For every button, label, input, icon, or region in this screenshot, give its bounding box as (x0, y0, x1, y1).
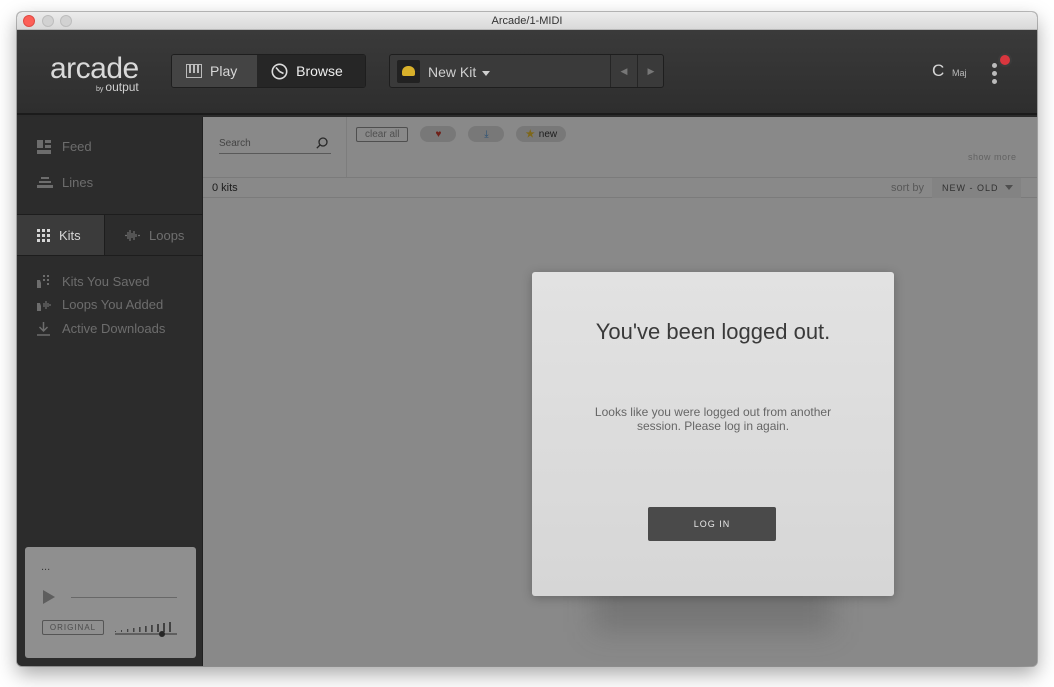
browse-dial-icon (271, 63, 288, 80)
dialog-message: Looks like you were logged out from anot… (594, 405, 832, 433)
kit-thumbnail (397, 60, 420, 83)
lines-icon (37, 176, 53, 189)
tab-loops[interactable]: Loops (105, 215, 203, 255)
browse-panel: clear all ♥ ⤓ ★new show more 0 kits sort… (203, 117, 1037, 666)
piano-icon (186, 64, 202, 78)
download-icon (37, 321, 53, 336)
tab-label: Kits (59, 227, 81, 243)
kit-name-dropdown[interactable]: New Kit (428, 64, 491, 80)
original-toggle[interactable]: ORIGINAL (42, 620, 104, 635)
logged-out-dialog: You've been logged out. Looks like you w… (532, 272, 894, 596)
sidebar-item-loops-added[interactable]: Loops You Added (37, 297, 163, 312)
key-mode[interactable]: Maj (952, 68, 967, 78)
sidebar-item-label: Kits You Saved (62, 274, 150, 289)
play-mode-label: Play (210, 63, 238, 79)
key-root[interactable]: C (932, 61, 944, 81)
playback-track[interactable] (71, 597, 177, 598)
tab-kits[interactable]: Kits (17, 215, 105, 255)
minimize-window-button[interactable] (42, 15, 54, 27)
tab-label: Loops (149, 227, 185, 243)
top-header: arcade by output Play Browse New Kit ◀ ▶ … (17, 30, 1037, 115)
more-menu-icon[interactable] (992, 63, 998, 87)
preview-player: ... ORIGINAL (25, 547, 196, 658)
log-in-button[interactable]: LOG IN (648, 507, 776, 541)
grid-icon (37, 228, 50, 242)
sidebar-item-feed[interactable]: Feed (37, 139, 92, 154)
browse-tabs: Kits Loops (17, 214, 203, 256)
sidebar-item-downloads[interactable]: Active Downloads (37, 321, 165, 336)
window-title: Arcade/1-MIDI (491, 15, 563, 27)
dialog-title: You've been logged out. (595, 319, 831, 344)
play-mode-button[interactable]: Play (172, 55, 258, 87)
sidebar-item-label: Loops You Added (62, 297, 164, 312)
player-title: ... (41, 561, 51, 573)
added-loops-icon (37, 298, 53, 311)
sidebar-item-label: Active Downloads (62, 321, 166, 336)
previous-kit-button[interactable]: ◀ (610, 55, 637, 87)
feed-icon (37, 139, 53, 154)
sidebar-item-label: Feed (62, 139, 92, 154)
chevron-down-icon (482, 70, 491, 76)
sidebar: Feed Lines Kits Loops Kits You Saved Loo… (17, 117, 203, 666)
kit-selector[interactable]: New Kit ◀ ▶ (389, 54, 664, 88)
output-logo: by output (96, 80, 139, 94)
browse-mode-button[interactable]: Browse (257, 55, 365, 87)
next-kit-button[interactable]: ▶ (637, 55, 664, 87)
sidebar-item-lines[interactable]: Lines (37, 175, 93, 190)
play-icon[interactable] (43, 590, 55, 604)
maximize-window-button[interactable] (60, 15, 72, 27)
sidebar-item-kits-saved[interactable]: Kits You Saved (37, 274, 149, 289)
sidebar-item-label: Lines (62, 175, 94, 190)
volume-slider[interactable] (115, 619, 177, 637)
notification-badge[interactable] (998, 53, 1012, 67)
waveform-icon (125, 229, 140, 242)
close-window-button[interactable] (23, 15, 35, 27)
mode-switch: Play Browse (171, 54, 366, 88)
title-bar: Arcade/1-MIDI (17, 12, 1037, 30)
saved-kits-icon (37, 275, 53, 288)
app-window: Arcade/1-MIDI arcade by output Play Brows… (17, 12, 1037, 666)
browse-mode-label: Browse (296, 63, 343, 79)
